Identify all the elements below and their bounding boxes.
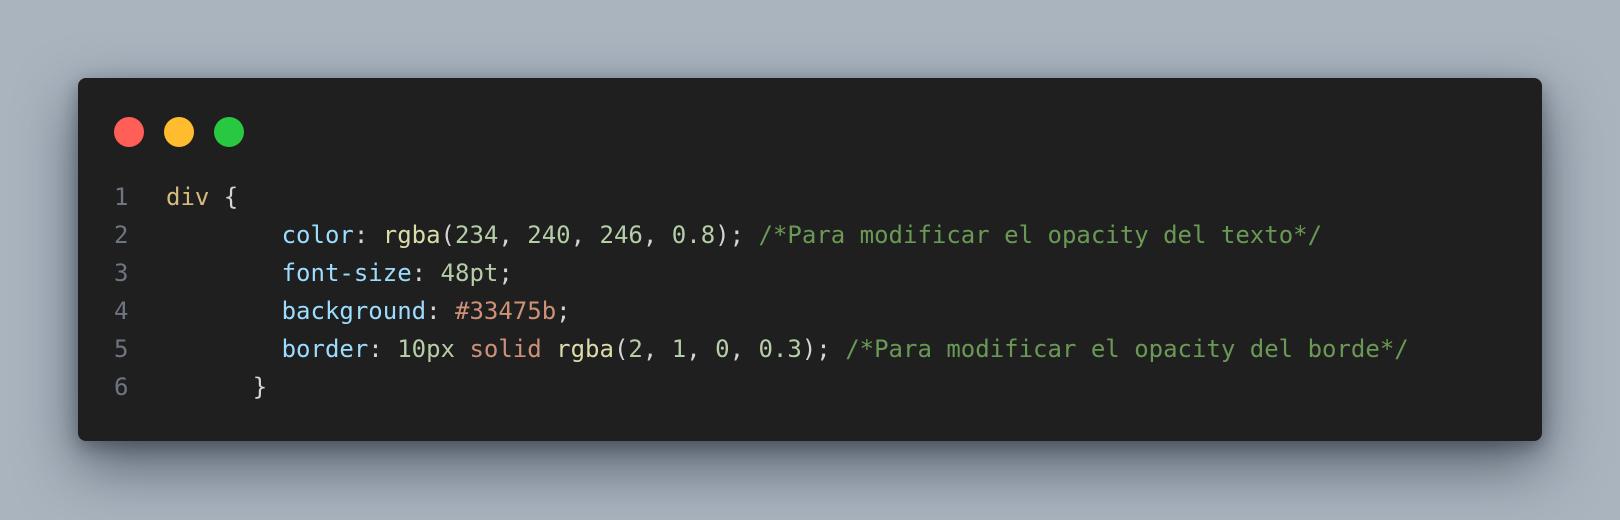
line-number: 5 xyxy=(114,335,129,363)
token-punct: ; xyxy=(498,259,513,287)
token-str: #33475b xyxy=(455,297,557,325)
token-num: 234 xyxy=(455,221,499,249)
token-punct xyxy=(542,335,556,363)
token-punct: , xyxy=(570,221,600,249)
line-number: 1 xyxy=(114,183,129,211)
line-content: border: 10px solid rgba(2, 1, 0, 0.3); /… xyxy=(166,330,1409,368)
token-str: solid xyxy=(469,335,542,363)
line-number: 3 xyxy=(114,259,129,287)
line-number: 4 xyxy=(114,297,129,325)
token-punct: ); xyxy=(715,221,759,249)
token-punct xyxy=(455,335,469,363)
line-number: 6 xyxy=(114,373,129,401)
token-prop: border xyxy=(281,335,369,363)
token-punct: ( xyxy=(613,335,629,363)
token-num: 246 xyxy=(599,221,643,249)
token-punct: ; xyxy=(556,297,571,325)
token-brace: } xyxy=(252,373,268,401)
token-brace: { xyxy=(209,183,239,211)
token-func: rgba xyxy=(556,335,614,363)
token-prop: color xyxy=(281,221,354,249)
code-block: 1 div {2 color: rgba(234, 240, 246, 0.8);… xyxy=(78,178,1542,406)
line-content: color: rgba(234, 240, 246, 0.8); /*Para … xyxy=(166,216,1322,254)
line-content: } xyxy=(166,368,267,406)
token-num: 0 xyxy=(715,335,730,363)
token-num: 10px xyxy=(397,335,455,363)
token-punct: : xyxy=(353,221,383,249)
token-punct: , xyxy=(729,335,759,363)
code-line: 2 color: rgba(234, 240, 246, 0.8); /*Par… xyxy=(78,216,1542,254)
line-content: font-size: 48pt; xyxy=(166,254,513,292)
token-prop: background xyxy=(281,297,427,325)
token-comment: /*Para modificar el opacity del borde*/ xyxy=(845,335,1409,363)
token-num: 0.3 xyxy=(758,335,802,363)
token-punct: , xyxy=(642,335,672,363)
token-comment: /*Para modificar el opacity del texto*/ xyxy=(758,221,1323,249)
code-snippet-window: 1 div {2 color: rgba(234, 240, 246, 0.8);… xyxy=(78,78,1542,441)
token-num: 2 xyxy=(628,335,643,363)
code-line: 6 } xyxy=(78,368,1542,406)
token-num: 240 xyxy=(527,221,571,249)
token-punct: , xyxy=(498,221,528,249)
code-line: 1 div { xyxy=(78,178,1542,216)
line-content: div { xyxy=(166,178,238,216)
token-punct: : xyxy=(426,297,455,325)
token-func: rgba xyxy=(382,221,441,249)
token-punct: : xyxy=(368,335,398,363)
code-line: 3 font-size: 48pt; xyxy=(78,254,1542,292)
code-line: 4 background: #33475b; xyxy=(78,292,1542,330)
line-number: 2 xyxy=(114,221,129,249)
close-dot-icon[interactable] xyxy=(114,117,144,147)
token-num: 0.8 xyxy=(671,221,716,249)
token-punct: , xyxy=(642,221,672,249)
token-punct: , xyxy=(686,335,716,363)
minimize-dot-icon[interactable] xyxy=(164,117,194,147)
token-punct: ( xyxy=(440,221,455,249)
token-punct: ); xyxy=(801,335,846,363)
token-punct: : xyxy=(411,259,441,287)
token-selector: div xyxy=(166,183,210,211)
token-num: 1 xyxy=(671,335,687,363)
code-line: 5 border: 10px solid rgba(2, 1, 0, 0.3);… xyxy=(78,330,1542,368)
maximize-dot-icon[interactable] xyxy=(214,117,244,147)
token-prop: font-size xyxy=(281,259,412,287)
token-num: 48pt xyxy=(440,259,499,287)
line-content: background: #33475b; xyxy=(166,292,571,330)
